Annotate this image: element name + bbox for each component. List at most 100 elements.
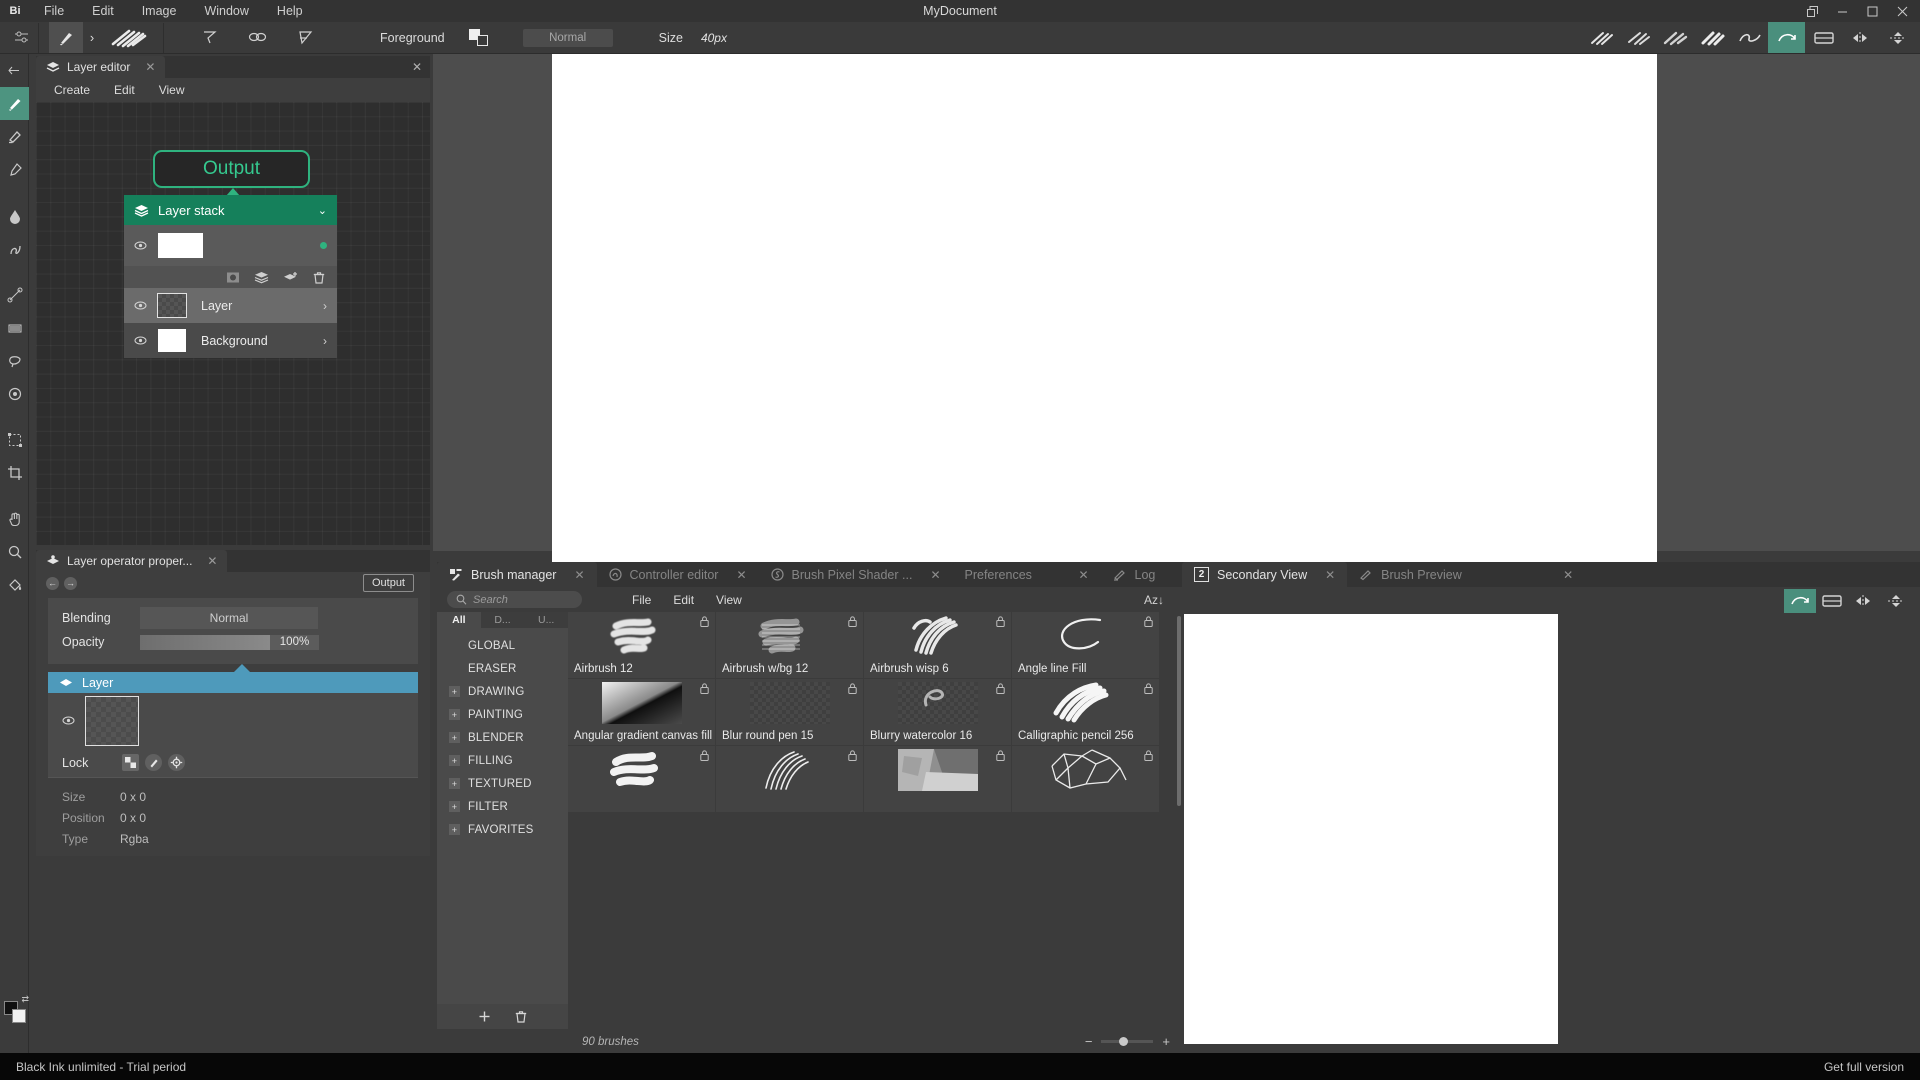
- category-tab-u[interactable]: U...: [524, 612, 569, 628]
- secondary-view-canvas[interactable]: [1184, 614, 1558, 1044]
- expand-icon[interactable]: +: [449, 709, 460, 720]
- category-global[interactable]: GLOBAL: [437, 634, 568, 657]
- blending-value-selector[interactable]: Normal: [140, 607, 318, 629]
- layer-row-layer[interactable]: Layer ›: [124, 288, 337, 323]
- scrollbar-thumb[interactable]: [1177, 616, 1181, 806]
- brush-menu-edit[interactable]: Edit: [673, 593, 694, 607]
- brush-stroke-3-icon[interactable]: [1657, 22, 1694, 53]
- add-category-icon[interactable]: [478, 1010, 491, 1023]
- expand-icon[interactable]: +: [449, 778, 460, 789]
- brush-item[interactable]: [568, 746, 716, 813]
- layer-thumbnail[interactable]: [158, 329, 186, 352]
- smudge-tool[interactable]: [0, 232, 29, 265]
- layer-thumbnail[interactable]: [85, 695, 139, 746]
- brush-more-chevron-icon[interactable]: ›: [83, 22, 101, 53]
- brush-grid-column[interactable]: Airbrush 12 Airbrush w/bg 12 Airbrush wi…: [568, 612, 1182, 1029]
- mirror-vertical-icon[interactable]: [1879, 22, 1916, 53]
- brush-stroke-1-icon[interactable]: [1583, 22, 1620, 53]
- selected-layer-header[interactable]: Layer: [48, 672, 418, 693]
- chevron-right-icon[interactable]: ›: [323, 334, 327, 348]
- submenu-create[interactable]: Create: [54, 83, 90, 97]
- canvas-view-icon[interactable]: [1805, 22, 1842, 53]
- swap-colors-icon[interactable]: ⇄: [21, 994, 29, 1005]
- bucket-fill-tool[interactable]: [0, 568, 29, 601]
- stamp-tool[interactable]: [0, 377, 29, 410]
- canvas-view-icon[interactable]: [1816, 589, 1848, 613]
- node-graph-canvas[interactable]: Output Layer stack ⌄ Layer › Background …: [36, 102, 430, 545]
- visibility-eye-icon[interactable]: [134, 301, 152, 310]
- menu-help[interactable]: Help: [263, 0, 317, 22]
- brush-item[interactable]: Angle line Fill: [1012, 612, 1160, 679]
- tab-secondary-view[interactable]: 2 Secondary View ✕: [1182, 562, 1348, 587]
- category-filling[interactable]: + FILLING: [437, 749, 568, 772]
- output-node[interactable]: Output: [153, 150, 310, 188]
- paintbrush-tool[interactable]: [0, 87, 29, 120]
- nav-back-button[interactable]: ←: [46, 576, 59, 590]
- category-textured[interactable]: + TEXTURED: [437, 772, 568, 795]
- ruler-triangle-icon[interactable]: [192, 22, 226, 53]
- maximize-icon[interactable]: [1858, 0, 1886, 22]
- node-graph-tool[interactable]: [0, 278, 29, 311]
- sort-az-button[interactable]: Az↓: [1144, 593, 1172, 607]
- panel-close-icon[interactable]: ✕: [412, 60, 422, 74]
- brush-item[interactable]: Airbrush w/bg 12: [716, 612, 864, 679]
- blending-mode-selector[interactable]: Normal: [522, 28, 613, 47]
- tab-brush-preview[interactable]: Brush Preview ✕: [1347, 562, 1586, 587]
- mask-icon[interactable]: [226, 271, 240, 284]
- angle-icon[interactable]: [288, 22, 322, 53]
- brush-item[interactable]: [716, 746, 864, 813]
- category-painting[interactable]: + PAINTING: [437, 703, 568, 726]
- delete-category-icon[interactable]: [515, 1010, 527, 1023]
- layer-thumbnail[interactable]: [158, 233, 203, 258]
- expand-icon[interactable]: +: [449, 824, 460, 835]
- brush-item[interactable]: Angular gradient canvas fill: [568, 679, 716, 746]
- mirror-horizontal-icon[interactable]: [1848, 589, 1880, 613]
- tab-close-icon[interactable]: ✕: [1315, 568, 1335, 582]
- minimize-icon[interactable]: [1828, 0, 1856, 22]
- brush-icon[interactable]: [49, 22, 83, 53]
- lasso-tool[interactable]: [0, 344, 29, 377]
- brush-stroke-5-icon[interactable]: [1731, 22, 1768, 53]
- output-breadcrumb-button[interactable]: Output: [362, 574, 414, 592]
- tab-close-icon[interactable]: ✕: [1553, 568, 1573, 582]
- mirror-vertical-icon[interactable]: [1880, 589, 1912, 613]
- category-drawing[interactable]: + DRAWING: [437, 680, 568, 703]
- chain-link-icon[interactable]: [240, 22, 274, 53]
- transform-tool[interactable]: [0, 423, 29, 456]
- category-blender[interactable]: + BLENDER: [437, 726, 568, 749]
- brush-item[interactable]: Blur round pen 15: [716, 679, 864, 746]
- category-favorites[interactable]: + FAVORITES: [437, 818, 568, 841]
- expand-icon[interactable]: +: [449, 801, 460, 812]
- category-tab-all[interactable]: All: [437, 612, 481, 628]
- restore-down-icon[interactable]: [1798, 0, 1826, 22]
- gradient-tool[interactable]: [0, 311, 29, 344]
- collapse-rail-icon[interactable]: [0, 54, 29, 87]
- category-filter[interactable]: + FILTER: [437, 795, 568, 818]
- size-value[interactable]: 40px: [693, 31, 727, 45]
- chevron-right-icon[interactable]: ›: [323, 299, 327, 313]
- tab-preferences[interactable]: Preferences ✕: [952, 562, 1101, 587]
- visibility-eye-icon[interactable]: [134, 241, 152, 250]
- menu-file[interactable]: File: [30, 0, 78, 22]
- tab-close-icon[interactable]: ✕: [1068, 568, 1088, 582]
- tab-brush-pixel-shader[interactable]: Brush Pixel Shader ... ✕: [758, 562, 953, 587]
- crop-tool[interactable]: [0, 456, 29, 489]
- visibility-eye-icon[interactable]: [134, 336, 152, 345]
- layer-row-background[interactable]: Background ›: [124, 323, 337, 358]
- brush-item[interactable]: Airbrush wisp 6: [864, 612, 1012, 679]
- menu-image[interactable]: Image: [128, 0, 191, 22]
- nav-forward-button[interactable]: →: [64, 576, 77, 590]
- add-layer-icon[interactable]: [283, 271, 299, 284]
- chevron-down-icon[interactable]: ⌄: [318, 204, 327, 217]
- lock-paint-icon[interactable]: [145, 754, 162, 771]
- lock-transparency-icon[interactable]: [122, 754, 139, 771]
- close-icon[interactable]: [1888, 0, 1916, 22]
- zoom-slider[interactable]: [1101, 1037, 1154, 1046]
- brush-menu-view[interactable]: View: [716, 593, 742, 607]
- duplicate-layers-icon[interactable]: [254, 271, 269, 284]
- brush-stroke-4-icon[interactable]: [1694, 22, 1731, 53]
- brush-item[interactable]: [1012, 746, 1160, 813]
- brush-item[interactable]: Calligraphic pencil 256: [1012, 679, 1160, 746]
- category-eraser[interactable]: ERASER: [437, 657, 568, 680]
- brush-item[interactable]: [864, 746, 1012, 813]
